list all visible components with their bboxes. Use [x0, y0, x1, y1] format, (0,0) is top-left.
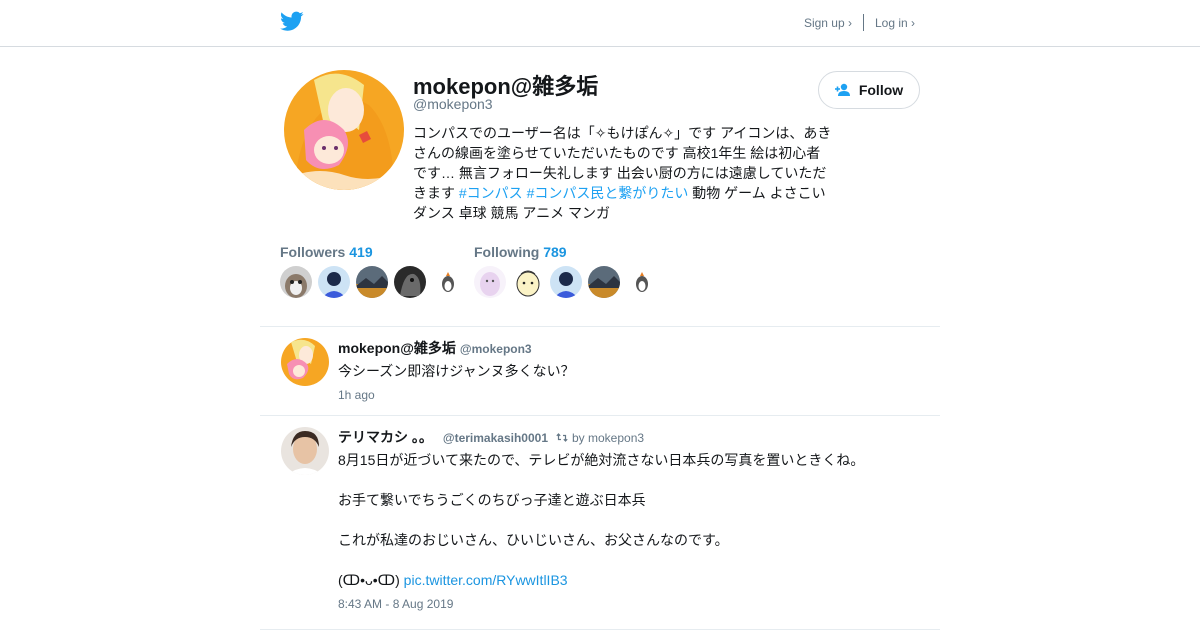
tweet-avatar[interactable]	[281, 338, 329, 386]
followers-stat[interactable]: Followers 419	[280, 244, 373, 260]
tweet-text-line: 8月15日が近づいて来たので、テレビが絶対流さない日本兵の写真を置いときくね。	[338, 452, 865, 468]
tweet-header: mokepon@雑多垢 @mokepon3	[338, 338, 532, 358]
add-user-icon	[834, 83, 850, 96]
tweet-timestamp[interactable]: 8:43 AM - 8 Aug 2019	[338, 597, 453, 611]
tweet-media-link[interactable]: pic.twitter.com/RYwwItlIB3	[404, 572, 568, 588]
retweet-info: by mokepon3	[556, 431, 644, 445]
following-stat[interactable]: Following 789	[474, 244, 567, 260]
signup-link[interactable]: Sign up ›	[804, 16, 852, 30]
twitter-bird-icon[interactable]	[280, 11, 304, 32]
login-link[interactable]: Log in ›	[875, 16, 915, 30]
auth-links: Sign up › Log in ›	[804, 14, 915, 31]
follow-button[interactable]: Follow	[818, 71, 920, 109]
following-avatar[interactable]	[588, 266, 620, 298]
following-count: 789	[543, 244, 567, 260]
tweet-text: 今シーズン即溶けジャンヌ多くない？	[338, 363, 575, 379]
following-label: Following	[474, 244, 540, 260]
profile-handle: @mokepon3	[413, 96, 493, 112]
following-avatar[interactable]	[550, 266, 582, 298]
tweet-avatar[interactable]	[281, 427, 329, 475]
following-thumbs	[474, 266, 664, 298]
tweet-author-handle[interactable]: @terimakasih0001	[443, 431, 548, 445]
tweet-text-line: (ↀ•ᴗ•ↀ) pic.twitter.com/RYwwItlIB3	[338, 570, 568, 590]
tweet-text-line: これが私達のおじいさん、ひいじいさん、お父さんなのです。	[338, 532, 729, 548]
tweet[interactable]: mokepon@雑多垢 @mokepon3 今シーズン即溶けジャンヌ多くない？ …	[280, 338, 920, 408]
tweet-author-name[interactable]: mokepon@雑多垢	[338, 338, 456, 358]
follow-label: Follow	[858, 82, 904, 98]
retweet-icon	[556, 433, 568, 442]
tweet-timestamp[interactable]: 1h ago	[338, 388, 375, 402]
hashtag-link[interactable]: #コンパス民と繋がりたい	[527, 185, 689, 201]
followers-label: Followers	[280, 244, 346, 260]
top-bar: Sign up › Log in ›	[0, 0, 1200, 47]
following-avatar[interactable]	[626, 266, 658, 298]
divider	[260, 326, 940, 327]
follower-avatar[interactable]	[318, 266, 350, 298]
following-avatar[interactable]	[512, 266, 544, 298]
follower-avatar[interactable]	[394, 266, 426, 298]
tweet[interactable]: テリマカシ 。。 @terimakasih0001 by mokepon3 8月…	[280, 427, 920, 617]
follower-avatar[interactable]	[356, 266, 388, 298]
profile-card: mokepon@雑多垢 @mokepon3 Follow コンパスでのユーザー名…	[280, 68, 920, 318]
following-avatar[interactable]	[474, 266, 506, 298]
profile-bio: コンパスでのユーザー名は「✧もけぽん✧」です アイコンは、あきさんの線画を塗らせ…	[413, 123, 833, 223]
tweet-author-handle[interactable]: @mokepon3	[460, 342, 532, 356]
follower-avatar[interactable]	[280, 266, 312, 298]
follower-avatar[interactable]	[432, 266, 464, 298]
followers-thumbs	[280, 266, 470, 298]
tweet-text-line: お手て繋いでちうごくのちびっ子達と遊ぶ日本兵	[338, 492, 646, 508]
tweet-author-name[interactable]: テリマカシ 。。	[338, 427, 433, 447]
followers-count: 419	[349, 244, 373, 260]
retweeted-by[interactable]: by mokepon3	[572, 431, 644, 445]
auth-divider	[862, 14, 864, 31]
tweet-emoticon: (ↀ•ᴗ•ↀ)	[338, 572, 404, 588]
profile-avatar[interactable]	[284, 70, 404, 190]
divider	[260, 415, 940, 416]
tweet-header: テリマカシ 。。 @terimakasih0001 by mokepon3	[338, 427, 644, 447]
hashtag-link[interactable]: #コンパス	[459, 185, 523, 201]
